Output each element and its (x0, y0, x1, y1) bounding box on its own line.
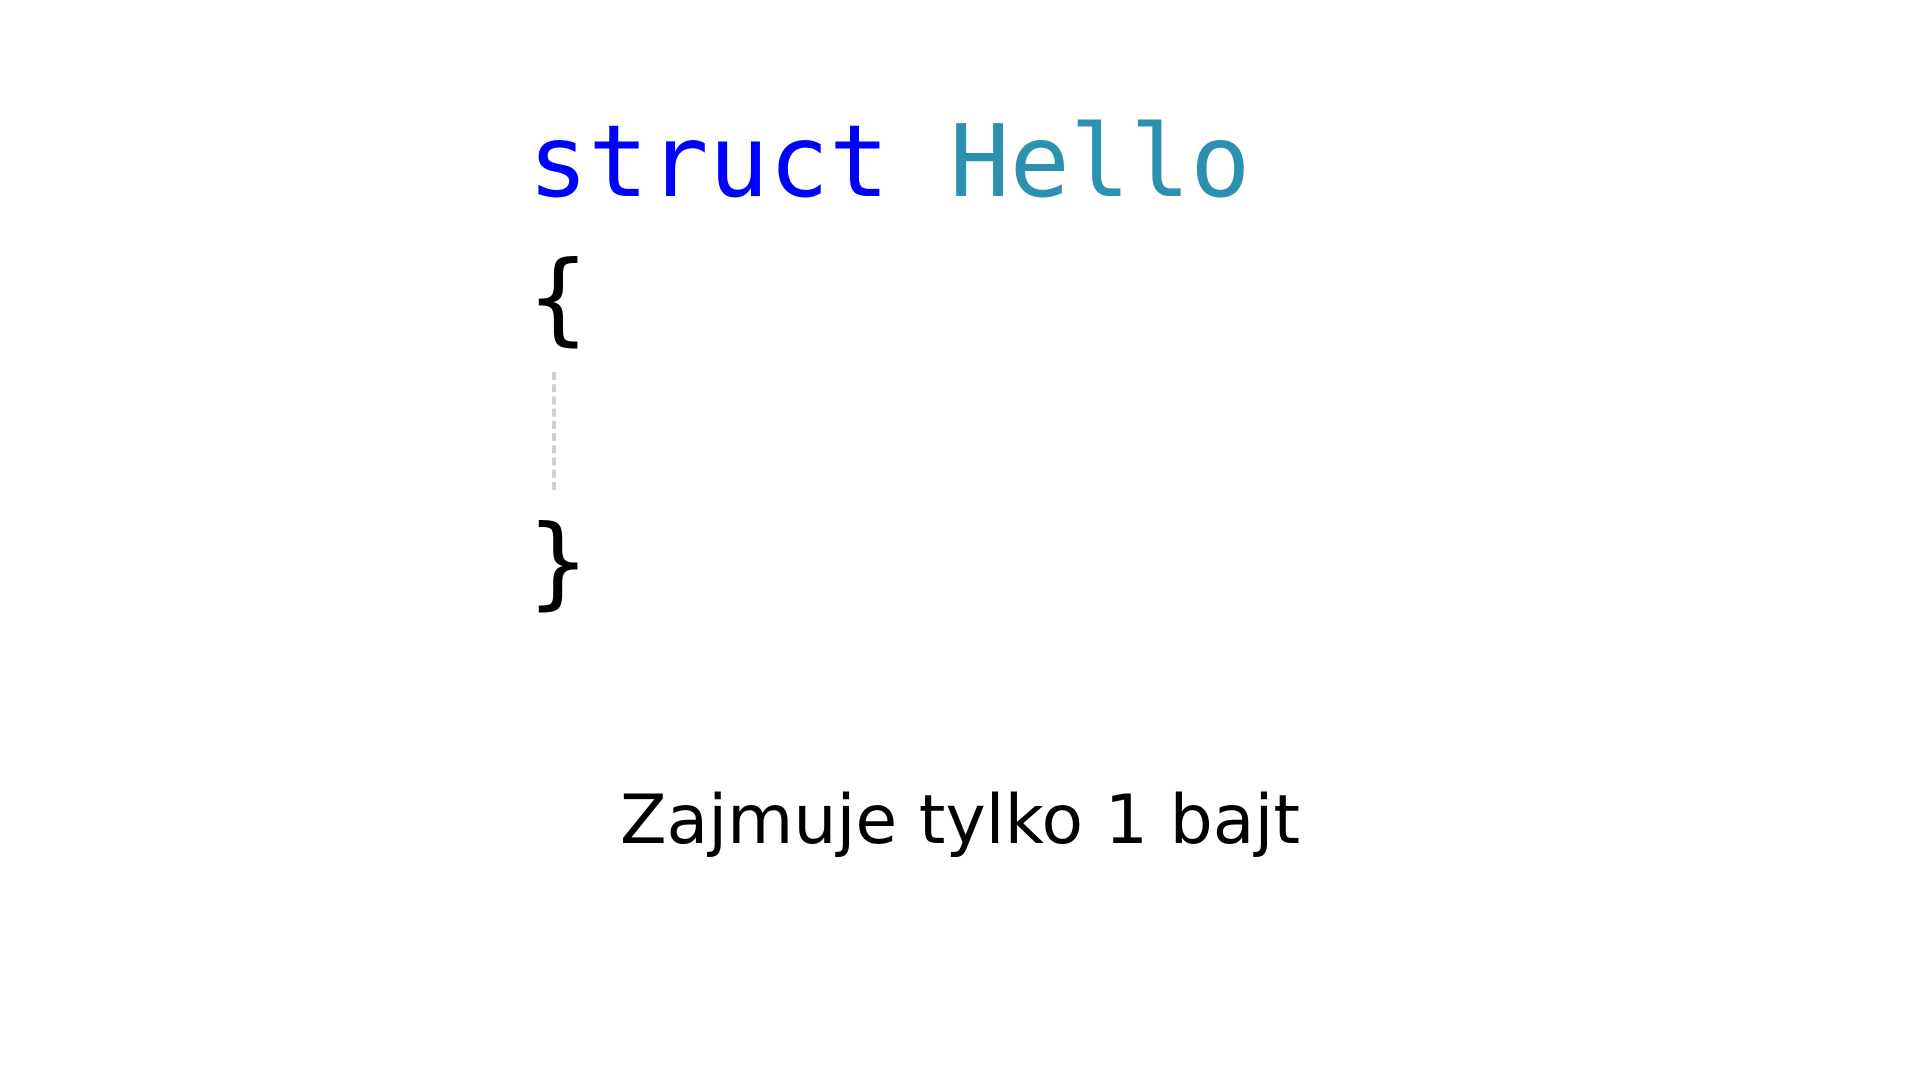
code-line-struct-declaration: struct Hello (528, 112, 1250, 212)
close-brace: } (528, 503, 589, 620)
struct-keyword: struct (528, 103, 890, 220)
open-brace: { (528, 239, 589, 356)
caption-text: Zajmuje tylko 1 bajt (619, 781, 1301, 860)
code-line-close-brace: } (528, 512, 588, 612)
struct-type-name: Hello (949, 103, 1251, 220)
code-line-open-brace: { (528, 248, 588, 348)
slide: struct Hello { } Zajmuje tylko 1 bajt (0, 0, 1920, 1080)
indent-guide (552, 372, 556, 490)
